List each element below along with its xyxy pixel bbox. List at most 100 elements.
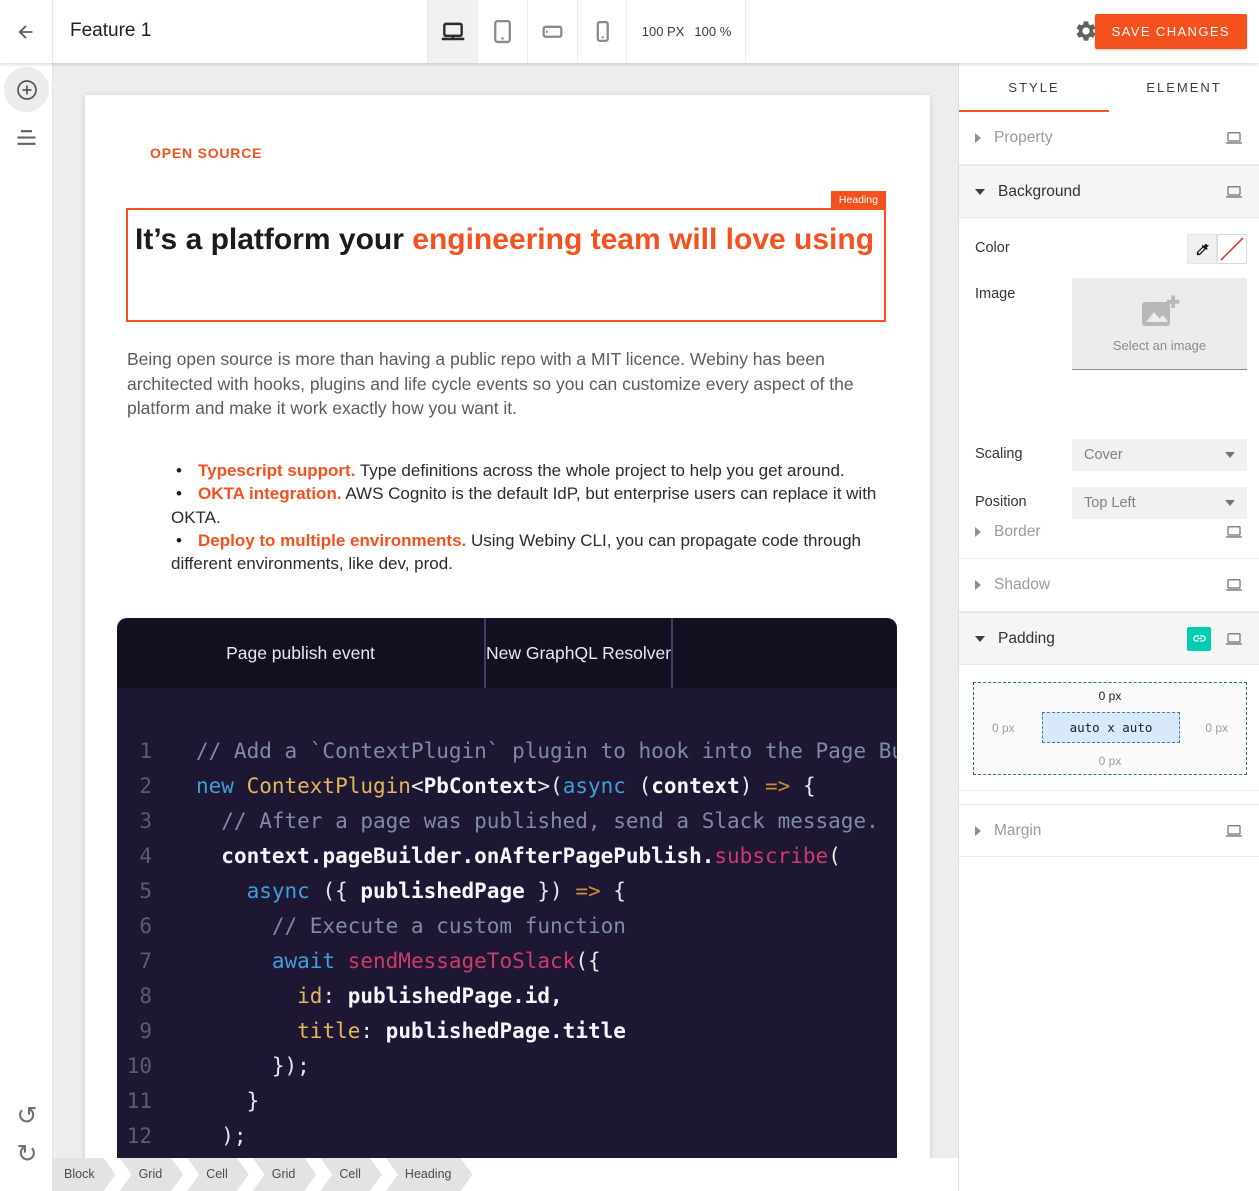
chevron-down-icon (975, 636, 985, 642)
responsive-desktop-icon[interactable] (1225, 525, 1243, 539)
line-number: 3 (117, 804, 152, 839)
breadcrumb-item-cell-4[interactable]: Cell (320, 1158, 382, 1191)
tab-style[interactable]: STYLE (959, 63, 1109, 112)
selected-heading-element[interactable]: Heading It’s a platform your engineering… (126, 208, 886, 322)
background-settings: Color Image Select an image Scaling Cove… (959, 218, 1259, 506)
device-mobile-portrait-button[interactable] (577, 0, 627, 63)
line-number: 1 (117, 734, 152, 769)
element-type-badge: Heading (831, 191, 886, 210)
tab-element[interactable]: ELEMENT (1109, 63, 1259, 112)
section-padding-label: Padding (998, 630, 1055, 648)
zoom-indicator[interactable]: 100 PX 100 % (628, 0, 746, 63)
section-property[interactable]: Property (959, 112, 1259, 165)
page-heading: It’s a platform your engineering team wi… (135, 213, 880, 267)
chevron-right-icon (975, 527, 981, 537)
device-mobile-landscape-button[interactable] (527, 0, 577, 63)
breadcrumb-item-heading-5[interactable]: Heading (386, 1158, 473, 1191)
bullet-item: Typescript support. Type definitions acr… (171, 459, 901, 482)
section-border-label: Border (994, 523, 1041, 541)
top-bar: Feature 1 (0, 0, 1259, 63)
breadcrumb-item-block-0[interactable]: Block (53, 1158, 116, 1191)
device-desktop-button[interactable] (427, 0, 477, 63)
tab-divider (671, 618, 673, 688)
link-icon (1192, 631, 1207, 646)
panel-tab-bar: STYLE ELEMENT (959, 63, 1259, 112)
section-shadow[interactable]: Shadow (959, 559, 1259, 612)
undo-icon: ↺ (17, 1102, 38, 1130)
line-number: 12 (117, 1119, 152, 1154)
responsive-desktop-icon[interactable] (1225, 185, 1243, 199)
no-color-swatch[interactable] (1217, 234, 1247, 264)
scaling-select[interactable]: Cover (1072, 439, 1247, 471)
padding-settings: 0 px 0 px auto x auto 0 px 0 px (959, 665, 1259, 791)
mobile-landscape-icon (540, 19, 565, 44)
line-number: 2 (117, 769, 152, 804)
line-number: 7 (117, 944, 152, 979)
color-picker-group (1187, 234, 1247, 264)
element-tree-button[interactable] (15, 129, 38, 151)
padding-left-value[interactable]: 0 px (992, 721, 1015, 735)
scaling-label: Scaling (975, 446, 1023, 462)
line-number: 9 (117, 1014, 152, 1049)
responsive-desktop-icon[interactable] (1225, 131, 1243, 145)
spacer (959, 791, 1259, 804)
eyedropper-icon (1195, 242, 1210, 257)
scaling-value: Cover (1084, 447, 1123, 463)
chevron-down-icon (1225, 452, 1235, 458)
line-number: 4 (117, 839, 152, 874)
eyedropper-button[interactable] (1187, 234, 1217, 264)
laptop-icon (440, 19, 466, 45)
style-panel: STYLE ELEMENT Property Background Color … (958, 63, 1259, 1191)
undo-button[interactable]: ↺ (13, 1103, 41, 1131)
chevron-right-icon (975, 580, 981, 590)
color-label: Color (975, 240, 1010, 256)
zoom-percent-value: 100 % (694, 24, 731, 39)
code-line: 1// Add a `ContextPlugin` plugin to hook… (117, 734, 897, 769)
bullet-label: Deploy to multiple environments. (198, 531, 466, 550)
line-number: 8 (117, 979, 152, 1014)
heading-black-text: It’s a platform your (135, 223, 412, 256)
padding-box-model: 0 px 0 px auto x auto 0 px 0 px (973, 682, 1247, 775)
code-listing: 1// Add a `ContextPlugin` plugin to hook… (117, 688, 897, 1191)
section-margin-label: Margin (994, 822, 1041, 840)
section-background[interactable]: Background (959, 165, 1259, 218)
code-line: 12 ); (117, 1119, 897, 1154)
code-line: 4 context.pageBuilder.onAfterPagePublish… (117, 839, 897, 874)
section-margin[interactable]: Margin (959, 804, 1259, 857)
breadcrumb-item-grid-3[interactable]: Grid (253, 1158, 317, 1191)
section-padding[interactable]: Padding (959, 612, 1259, 665)
save-changes-button[interactable]: SAVE CHANGES (1095, 14, 1247, 49)
element-size-value[interactable]: auto x auto (1042, 712, 1180, 743)
canvas-width-value: 100 PX (642, 24, 685, 39)
chevron-down-icon (975, 189, 985, 195)
padding-top-value[interactable]: 0 px (974, 689, 1246, 703)
responsive-desktop-icon[interactable] (1225, 578, 1243, 592)
device-tablet-button[interactable] (477, 0, 527, 63)
select-image-dropzone[interactable]: Select an image (1072, 278, 1247, 370)
kicker-label[interactable]: OPEN SOURCE (150, 145, 262, 161)
responsive-desktop-icon[interactable] (1225, 824, 1243, 838)
redo-button[interactable]: ↻ (13, 1141, 41, 1169)
select-image-hint: Select an image (1113, 338, 1206, 353)
intro-paragraph[interactable]: Being open source is more than having a … (127, 347, 909, 421)
breadcrumb-item-grid-1[interactable]: Grid (120, 1158, 184, 1191)
breadcrumb-item-cell-2[interactable]: Cell (187, 1158, 249, 1191)
bullet-item: Deploy to multiple environments. Using W… (171, 529, 901, 576)
position-value: Top Left (1084, 495, 1136, 511)
image-label: Image (975, 286, 1015, 302)
code-line: 3 // After a page was published, send a … (117, 804, 897, 839)
add-element-button[interactable] (4, 67, 49, 112)
line-number: 5 (117, 874, 152, 909)
mobile-portrait-icon (590, 19, 615, 44)
padding-bottom-value[interactable]: 0 px (974, 754, 1246, 768)
feature-bullet-list[interactable]: Typescript support. Type definitions acr… (171, 459, 901, 575)
link-values-button[interactable] (1187, 627, 1211, 651)
code-snippet-image[interactable]: Page publish event New GraphQL Resolver … (117, 618, 897, 1191)
code-line: 6 // Execute a custom function (117, 909, 897, 944)
padding-right-value[interactable]: 0 px (1205, 721, 1228, 735)
position-select[interactable]: Top Left (1072, 487, 1247, 519)
tablet-icon (490, 19, 515, 44)
responsive-desktop-icon[interactable] (1225, 632, 1243, 646)
element-tree-icon (15, 129, 38, 146)
back-button[interactable] (0, 0, 53, 63)
